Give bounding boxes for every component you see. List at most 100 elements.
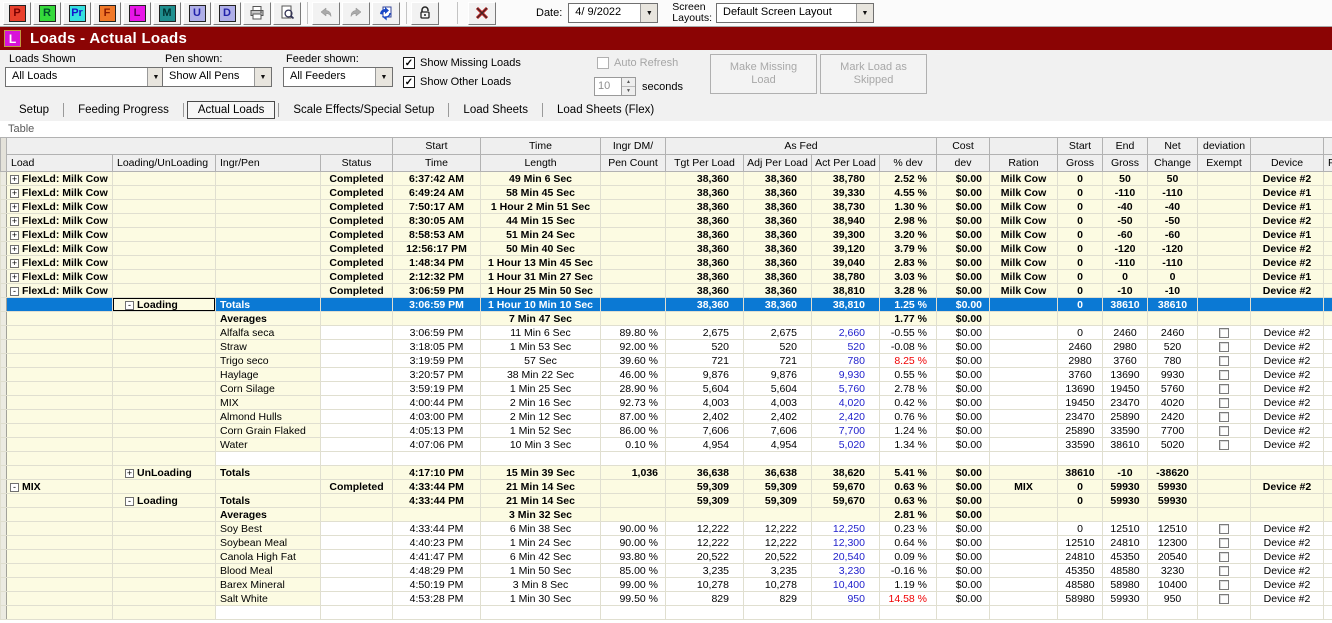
cell-tgt-per-load[interactable]: 4,003: [666, 396, 744, 410]
cell-status[interactable]: [321, 298, 393, 312]
cell-start-gross[interactable]: 19450: [1058, 396, 1103, 410]
cell-ration[interactable]: [990, 326, 1058, 340]
cell-start-gross[interactable]: 33590: [1058, 438, 1103, 452]
cell-tgt-per-load[interactable]: 36,638: [666, 466, 744, 480]
cell-ration[interactable]: [990, 536, 1058, 550]
cell-loading-unloading[interactable]: [113, 410, 216, 424]
cell-act-per-load[interactable]: 59,670: [812, 494, 880, 508]
spin-up-icon[interactable]: ▲: [622, 78, 635, 87]
cell-loading-unloading[interactable]: [113, 424, 216, 438]
cell-loading-unloading[interactable]: [113, 312, 216, 326]
cell-ingr-pen[interactable]: [216, 186, 321, 200]
cell-status[interactable]: Completed: [321, 172, 393, 186]
cell-ingr-pen[interactable]: [216, 214, 321, 228]
expand-icon[interactable]: +: [10, 189, 19, 198]
table-row[interactable]: -LoadingTotals3:06:59 PM1 Hour 10 Min 10…: [1, 298, 1332, 312]
cell-time-length[interactable]: 6 Min 42 Sec: [481, 550, 601, 564]
cell-ration[interactable]: [990, 438, 1058, 452]
cell-f[interactable]: [1324, 284, 1332, 298]
cell-deviation-exempt[interactable]: [1198, 312, 1251, 326]
cell-tgt-per-load[interactable]: 10,278: [666, 578, 744, 592]
cell-tgt-per-load[interactable]: 38,360: [666, 186, 744, 200]
cell-ingr-pen[interactable]: Trigo seco: [216, 354, 321, 368]
cell-ration[interactable]: [990, 368, 1058, 382]
header-tgt-per-load[interactable]: Tgt Per Load: [666, 155, 744, 172]
cell-load[interactable]: [7, 452, 113, 466]
cell-loading-unloading[interactable]: [113, 242, 216, 256]
cell-device[interactable]: Device #2: [1251, 578, 1324, 592]
table-row[interactable]: Trigo seco3:19:59 PM57 Sec39.60 %7217217…: [1, 354, 1332, 368]
cell-time-length[interactable]: 21 Min 14 Sec: [481, 480, 601, 494]
cell-f[interactable]: [1324, 550, 1332, 564]
table-row[interactable]: Corn Silage3:59:19 PM1 Min 25 Sec28.90 %…: [1, 382, 1332, 396]
cell-device[interactable]: Device #2: [1251, 522, 1324, 536]
cell-ration[interactable]: [990, 312, 1058, 326]
cell-tgt-per-load[interactable]: 12,222: [666, 522, 744, 536]
header-as-fed[interactable]: As Fed: [666, 138, 937, 155]
cell-start-time[interactable]: 4:33:44 PM: [393, 522, 481, 536]
toolbar-button-f[interactable]: F: [93, 2, 121, 25]
undo-icon[interactable]: [312, 2, 340, 25]
cell-load[interactable]: [7, 466, 113, 480]
cell-act-per-load[interactable]: 59,670: [812, 480, 880, 494]
expand-icon[interactable]: +: [10, 245, 19, 254]
cell-start-time[interactable]: 6:37:42 AM: [393, 172, 481, 186]
cell-start-time[interactable]: 4:03:00 PM: [393, 410, 481, 424]
cell-f[interactable]: [1324, 606, 1332, 620]
feeder-shown-dropdown[interactable]: All Feeders ▼: [283, 67, 393, 87]
print-preview-icon[interactable]: [273, 2, 301, 25]
refresh-seconds-stepper[interactable]: ▲▼: [622, 77, 636, 96]
cell-net-change[interactable]: 2420: [1148, 410, 1198, 424]
cell-f[interactable]: [1324, 200, 1332, 214]
header-ingr-dm-top[interactable]: Ingr DM/: [601, 138, 666, 155]
cell-tgt-per-load[interactable]: [666, 312, 744, 326]
cell-time-length[interactable]: 1 Min 30 Sec: [481, 592, 601, 606]
cell-ration[interactable]: [990, 578, 1058, 592]
cell-deviation-exempt[interactable]: [1198, 186, 1251, 200]
cell-load[interactable]: +FlexLd: Milk Cow: [7, 228, 113, 242]
cell-pct-dev[interactable]: 2.83 %: [880, 256, 937, 270]
cell-time-length[interactable]: 58 Min 45 Sec: [481, 186, 601, 200]
cell-deviation-exempt[interactable]: [1198, 508, 1251, 522]
refresh-seconds-input[interactable]: 10: [594, 77, 622, 96]
cell-net-change[interactable]: 9930: [1148, 368, 1198, 382]
deviation-exempt-checkbox[interactable]: [1219, 552, 1229, 562]
cell-pct-dev[interactable]: 1.77 %: [880, 312, 937, 326]
deviation-exempt-checkbox[interactable]: [1219, 566, 1229, 576]
cell-device[interactable]: Device #2: [1251, 256, 1324, 270]
cell-act-per-load[interactable]: 12,300: [812, 536, 880, 550]
tab-load-sheets[interactable]: Load Sheets: [452, 101, 539, 119]
cell-cost-dev[interactable]: $0.00: [937, 340, 990, 354]
cell-device[interactable]: Device #2: [1251, 424, 1324, 438]
cell-deviation-exempt[interactable]: [1198, 326, 1251, 340]
cell-start-gross[interactable]: 23470: [1058, 410, 1103, 424]
cell-tgt-per-load[interactable]: [666, 508, 744, 522]
cell-ingr-pen[interactable]: Corn Silage: [216, 382, 321, 396]
cell-adj-per-load[interactable]: 38,360: [744, 256, 812, 270]
cell-f[interactable]: [1324, 326, 1332, 340]
cell-adj-per-load[interactable]: 59,309: [744, 480, 812, 494]
cell-status[interactable]: [321, 606, 393, 620]
header-cost-top[interactable]: Cost: [937, 138, 990, 155]
cell-act-per-load[interactable]: 38,810: [812, 284, 880, 298]
cell-pct-dev[interactable]: 0.64 %: [880, 536, 937, 550]
header-f[interactable]: F: [1324, 155, 1332, 172]
cell-loading-unloading[interactable]: [113, 592, 216, 606]
cell-cost-dev[interactable]: $0.00: [937, 298, 990, 312]
table-row[interactable]: +UnLoadingTotals4:17:10 PM15 Min 39 Sec1…: [1, 466, 1332, 480]
cell-start-gross[interactable]: 2460: [1058, 340, 1103, 354]
cell-pen-count[interactable]: [601, 494, 666, 508]
cell-ration[interactable]: [990, 452, 1058, 466]
cell-load[interactable]: [7, 592, 113, 606]
cell-loading-unloading[interactable]: [113, 564, 216, 578]
cell-cost-dev[interactable]: $0.00: [937, 312, 990, 326]
cell-f[interactable]: [1324, 578, 1332, 592]
cell-adj-per-load[interactable]: 721: [744, 354, 812, 368]
cell-end-gross[interactable]: 58980: [1103, 578, 1148, 592]
cell-loading-unloading[interactable]: [113, 284, 216, 298]
cell-ration[interactable]: [990, 494, 1058, 508]
cell-device[interactable]: [1251, 606, 1324, 620]
cell-start-gross[interactable]: 0: [1058, 326, 1103, 340]
cell-ingr-pen[interactable]: Blood Meal: [216, 564, 321, 578]
cell-f[interactable]: [1324, 256, 1332, 270]
